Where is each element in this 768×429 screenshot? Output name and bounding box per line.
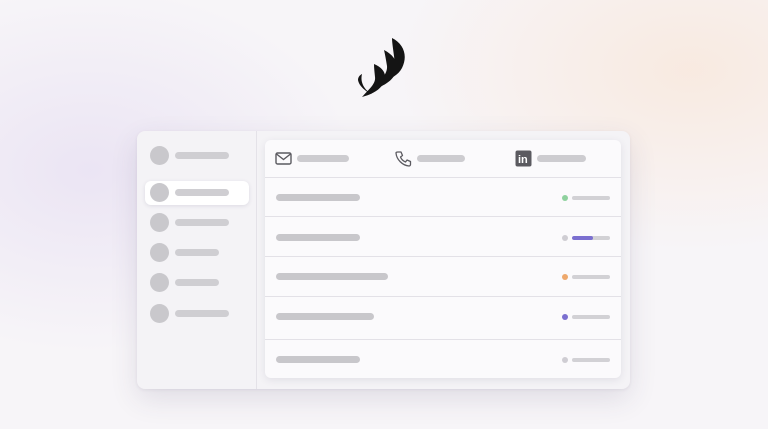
table-row[interactable] [265, 257, 621, 297]
sidebar-item-label [175, 189, 229, 196]
status-dot [562, 357, 568, 363]
column-header-phone [417, 155, 465, 162]
status-bar-fill [572, 236, 593, 240]
sidebar-item-label [175, 249, 219, 256]
table-header: in [265, 140, 621, 178]
status-dot [562, 274, 568, 280]
phone-icon[interactable] [395, 150, 412, 167]
sidebar-item-1[interactable] [145, 144, 249, 168]
status-bar [572, 358, 610, 362]
linkedin-icon[interactable]: in [515, 150, 532, 167]
sidebar [137, 131, 257, 389]
sidebar-item-5[interactable] [145, 271, 249, 295]
contact-name [276, 313, 374, 320]
sidebar-item-4[interactable] [145, 241, 249, 265]
sidebar-item-label [175, 279, 219, 286]
mail-icon[interactable] [275, 150, 292, 167]
sidebar-item-label [175, 219, 229, 226]
avatar [150, 183, 169, 202]
table-row[interactable] [265, 297, 621, 340]
status-bar [572, 275, 610, 279]
avatar [150, 273, 169, 292]
column-header-email [297, 155, 349, 162]
table-row[interactable] [265, 340, 621, 378]
svg-text:in: in [518, 154, 528, 166]
status-bar [572, 315, 610, 319]
column-header-linkedin [537, 155, 586, 162]
avatar [150, 243, 169, 262]
avatar [150, 213, 169, 232]
app-window: in [137, 131, 630, 389]
sidebar-item-6[interactable] [145, 302, 249, 326]
status-dot [562, 195, 568, 201]
table-row[interactable] [265, 217, 621, 257]
contacts-table: in [265, 140, 621, 378]
contact-name [276, 194, 360, 201]
flame-logo-icon [358, 38, 405, 97]
sidebar-item-2-active[interactable] [145, 181, 249, 205]
sidebar-item-3[interactable] [145, 211, 249, 235]
contact-name [276, 273, 388, 280]
sidebar-item-label [175, 152, 229, 159]
contact-name [276, 356, 360, 363]
status-dot [562, 235, 568, 241]
sidebar-item-label [175, 310, 229, 317]
status-bar [572, 196, 610, 200]
avatar [150, 146, 169, 165]
status-dot [562, 314, 568, 320]
contact-name [276, 234, 360, 241]
avatar [150, 304, 169, 323]
table-row[interactable] [265, 178, 621, 217]
status-bar [572, 236, 610, 240]
